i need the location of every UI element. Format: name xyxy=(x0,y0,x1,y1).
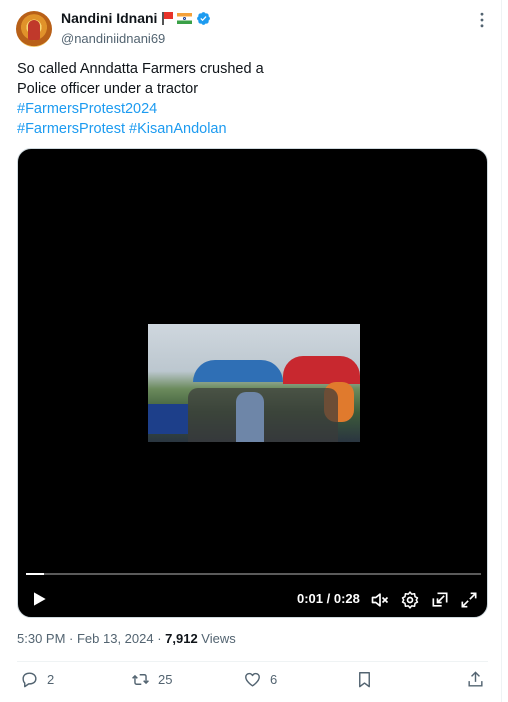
video-progress-fill xyxy=(26,573,45,575)
video-player[interactable]: 0:01 / 0:28 xyxy=(17,148,488,618)
repost-count: 25 xyxy=(158,672,173,687)
avatar-figure xyxy=(28,20,40,40)
mute-icon[interactable] xyxy=(370,590,390,610)
tweet-line-2: Police officer under a tractor xyxy=(17,81,199,97)
reply-icon xyxy=(22,672,37,688)
repost-icon xyxy=(132,674,149,685)
tweet-text: So called Anndatta Farmers crushed a Pol… xyxy=(17,59,477,139)
author-name-row: Nandini Idnani xyxy=(61,10,211,26)
red-tractor xyxy=(283,356,360,384)
tractor xyxy=(148,404,188,434)
hashtag-link[interactable]: #KisanAndolan xyxy=(129,121,227,137)
verified-icon[interactable] xyxy=(196,11,211,26)
repost-button[interactable]: 25 xyxy=(131,670,172,689)
red-flag-icon xyxy=(161,11,173,25)
views-label: Views xyxy=(197,631,236,646)
tweet-actions: 2 25 6 xyxy=(0,670,502,694)
like-count: 6 xyxy=(270,672,278,687)
more-options-icon[interactable] xyxy=(472,10,492,30)
picture-in-picture-icon[interactable] xyxy=(430,590,450,610)
tweet-line-1: So called Anndatta Farmers crushed a xyxy=(17,61,264,77)
timestamp[interactable]: 5:30 PM · Feb 13, 2024 · xyxy=(17,631,165,646)
author-handle[interactable]: @nandiniidnani69 xyxy=(61,31,165,46)
heart-icon xyxy=(245,672,260,687)
video-frame xyxy=(148,324,360,442)
bookmark-button[interactable] xyxy=(355,670,374,689)
umbrella xyxy=(193,360,283,382)
like-button[interactable]: 6 xyxy=(243,670,277,689)
tweet-card: Nandini Idnani @nandiniidnani69 So calle… xyxy=(0,0,502,702)
reply-button[interactable]: 2 xyxy=(20,670,54,689)
tweet-meta: 5:30 PM · Feb 13, 2024 · 7,912 Views xyxy=(17,631,236,646)
divider xyxy=(17,661,488,662)
play-icon[interactable] xyxy=(29,589,49,609)
india-flag-icon xyxy=(177,12,193,24)
views-count: 7,912 xyxy=(165,631,198,646)
share-button[interactable] xyxy=(466,670,485,689)
video-time: 0:01 / 0:28 xyxy=(297,591,360,606)
hashtag-link[interactable]: #FarmersProtest xyxy=(17,121,125,137)
bookmark-icon xyxy=(359,672,370,688)
settings-icon[interactable] xyxy=(400,590,420,610)
author-name[interactable]: Nandini Idnani xyxy=(61,10,157,26)
reply-count: 2 xyxy=(47,672,55,687)
fullscreen-icon[interactable] xyxy=(459,590,479,610)
hashtag-link[interactable]: #FarmersProtest2024 xyxy=(17,101,157,117)
video-progress-bar[interactable] xyxy=(26,573,481,575)
avatar[interactable] xyxy=(16,11,52,47)
person xyxy=(236,392,264,442)
share-icon xyxy=(468,671,483,687)
